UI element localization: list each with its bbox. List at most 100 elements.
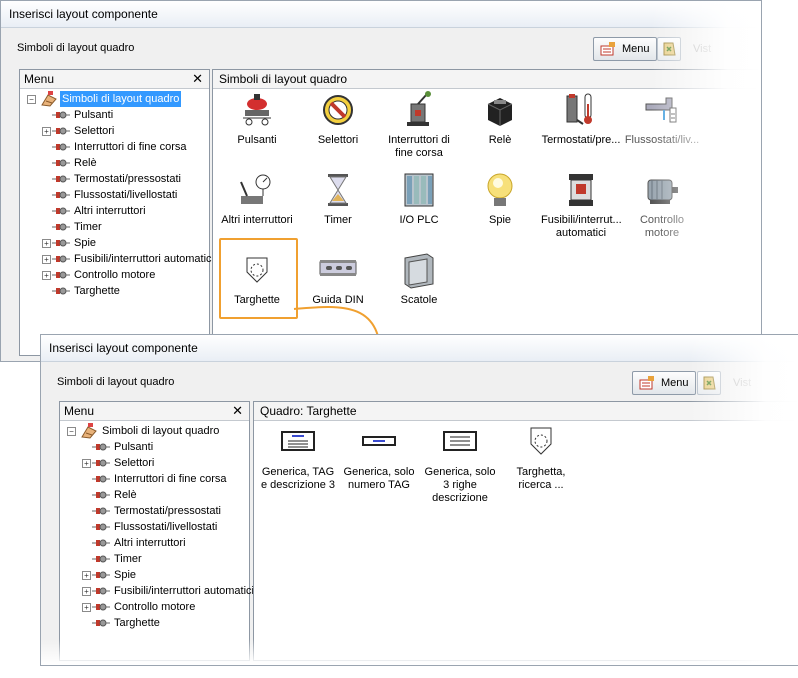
symbol-item[interactable]: Generica, TAG e descrizione 3 [258,422,338,492]
menu-button[interactable]: Menu [593,37,657,61]
other-switch-icon [240,174,271,204]
menu-icon [639,376,654,390]
symbol-caption: Fusibili/interrut... automatici [541,214,622,239]
relay-icon [487,98,513,126]
close-icon[interactable]: ✕ [192,70,203,88]
symbol-browse-button[interactable] [697,371,721,395]
tree-item[interactable]: + Controllo motore [20,267,209,283]
tree-item[interactable]: Altri interruttori [20,203,209,219]
tree-item-label: Altri interruttori [74,205,146,217]
symbol-item[interactable]: Spie [460,170,540,227]
tree-item[interactable]: + Spie [20,235,209,251]
plug-icon [52,159,70,167]
tree-item[interactable]: Relè [20,155,209,171]
tree-item[interactable]: Timer [20,219,209,235]
tree-item-label: Termostati/pressostati [74,173,181,185]
symbol-item[interactable]: Scatole [379,250,459,307]
symbol-item[interactable]: Selettori [298,90,378,147]
tree-item[interactable]: Interruttori di fine corsa [60,471,249,487]
tree-item[interactable]: + Selettori [60,455,249,471]
tree-root[interactable]: − Simboli di layout quadro [20,91,209,107]
symbol-browse-button[interactable] [657,37,681,61]
plug-icon [92,555,110,563]
tree-item[interactable]: Targhette [60,615,249,631]
tree-item-label: Controllo motore [74,269,156,281]
tree-view: − Simboli di layout quadro Pulsanti + Sele… [60,421,254,631]
symbol-item[interactable]: Relè [460,90,540,147]
expand-icon[interactable]: + [82,571,91,580]
plug-icon [92,475,110,483]
tree-item[interactable]: Altri interruttori [60,535,249,551]
tree-root[interactable]: − Simboli di layout quadro [60,423,249,439]
symbol-caption: Termostati/pre... [541,134,621,146]
tree-item[interactable]: + Fusibili/interruttori automatici [60,583,254,599]
tree-item-label: Selettori [114,457,155,469]
menu-button[interactable]: Menu [632,371,696,395]
view-label[interactable]: Vist [693,43,711,55]
selector-switch-icon [323,95,353,125]
tree-item[interactable]: Interruttori di fine corsa [20,139,209,155]
tree-item[interactable]: Flussostati/livellostati [60,519,249,535]
plug-icon [52,143,70,151]
symbol-item[interactable]: Flussostati/liv... [622,90,702,147]
tree-item-label: Selettori [74,125,115,137]
expand-icon[interactable]: + [42,255,51,264]
symbol-item[interactable]: Targhetta, ricerca ... [501,422,581,492]
tree-item[interactable]: Targhette [20,283,209,299]
plug-icon [92,459,110,467]
tree-item[interactable]: Termostati/pressostati [20,171,209,187]
plate-search-icon [530,427,552,455]
view-label[interactable]: Vist [733,377,751,389]
menu-panel: Menu ✕ − Simboli di layout quadro Pulsan… [19,69,214,356]
menu-panel-header: Menu ✕ [20,70,209,89]
plug-icon [92,571,110,579]
symbol-caption: Generica, solo numero TAG [343,466,415,491]
expand-icon[interactable]: + [42,239,51,248]
tree-item[interactable]: Flussostati/livellostati [20,187,209,203]
collapse-icon[interactable]: − [67,427,76,436]
tree-item[interactable]: Pulsanti [60,439,249,455]
symbols-panel-title: Simboli di layout quadro [213,70,761,89]
toolbar-label: Simboli di layout quadro [17,42,135,54]
menu-button-label: Menu [661,377,689,389]
tree-item[interactable]: Pulsanti [20,107,209,123]
tree-item[interactable]: Timer [60,551,249,567]
hourglass-icon [328,174,348,206]
symbol-item[interactable]: Generica, solo 3 righe descrizione [420,422,500,505]
tree-item-label: Relè [114,489,137,501]
symbol-item[interactable]: Generica, solo numero TAG [339,422,419,492]
flow-switch-icon [645,97,677,123]
menu-panel-header: Menu ✕ [60,402,249,421]
tree-item-label: Flussostati/livellostati [74,189,178,201]
expand-icon[interactable]: + [82,459,91,468]
din-rail-icon [319,260,357,276]
tree-item[interactable]: + Fusibili/interruttori automatici [20,251,214,267]
symbol-item[interactable]: Termostati/pre... [541,90,621,147]
tree-item-label: Targhette [74,285,120,297]
expand-icon[interactable]: + [82,603,91,612]
plug-icon [52,287,70,295]
symbol-item[interactable]: Controllo motore [622,170,702,240]
tree-item[interactable]: + Spie [60,567,249,583]
plug-icon [92,443,110,451]
tree-item[interactable]: Termostati/pressostati [60,503,249,519]
symbol-item[interactable]: Fusibili/interrut... automatici [541,170,622,240]
folder-arrow-icon [703,376,716,390]
expand-icon[interactable]: + [42,127,51,136]
panel-layout-icon [81,423,97,439]
symbol-item[interactable]: Guida DIN [298,250,378,307]
expand-icon[interactable]: + [82,587,91,596]
dialog-window-2: Inserisci layout componente Simboli di l… [40,334,798,666]
tree-item[interactable]: Relè [60,487,249,503]
tree-item[interactable]: + Controllo motore [60,599,249,615]
symbol-item[interactable]: Pulsanti [217,90,297,147]
fuse-icon [569,174,593,206]
symbol-item[interactable]: Timer [298,170,378,227]
symbol-item[interactable]: I/O PLC [379,170,459,227]
tree-item[interactable]: + Selettori [20,123,209,139]
symbol-item[interactable]: Interruttori di fine corsa [379,90,459,160]
expand-icon[interactable]: + [42,271,51,280]
collapse-icon[interactable]: − [27,95,36,104]
symbol-item[interactable]: Altri interruttori [217,170,297,227]
close-icon[interactable]: ✕ [232,402,243,420]
